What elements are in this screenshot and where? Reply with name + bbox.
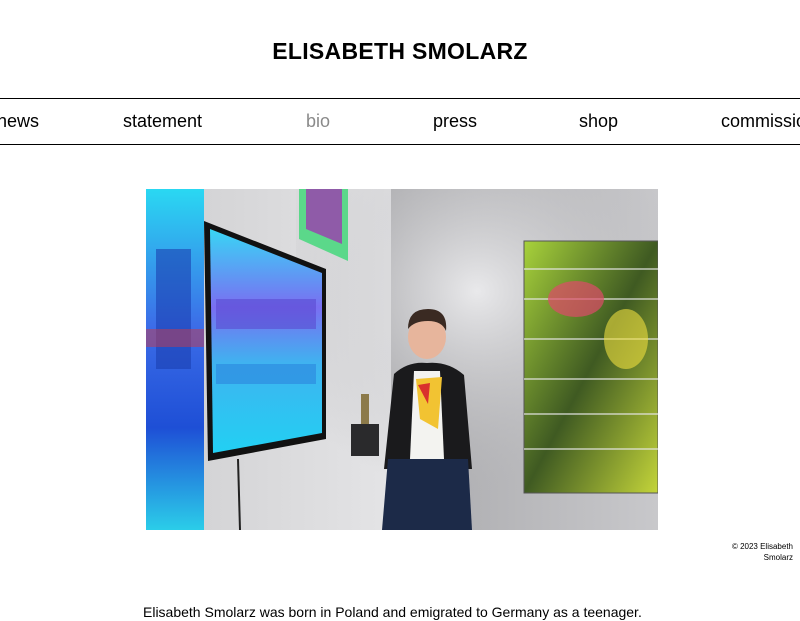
nav-item-shop[interactable]: shop <box>579 111 618 132</box>
photo-credit: © 2023 Elisabeth Smolarz <box>731 542 793 562</box>
nav-item-news[interactable]: news <box>0 111 39 132</box>
nav-item-commissions[interactable]: commissions <box>721 111 800 132</box>
nav-item-bio[interactable]: bio <box>306 111 330 132</box>
nav-item-statement[interactable]: statement <box>123 111 202 132</box>
nav-item-press[interactable]: press <box>433 111 477 132</box>
bio-paragraph: Elisabeth Smolarz was born in Poland and… <box>143 604 642 620</box>
artist-photo <box>146 189 658 530</box>
main-nav: news statement bio press shop commission… <box>0 98 800 145</box>
artist-photo-image <box>146 189 658 530</box>
site-title[interactable]: ELISABETH SMOLARZ <box>0 38 800 65</box>
